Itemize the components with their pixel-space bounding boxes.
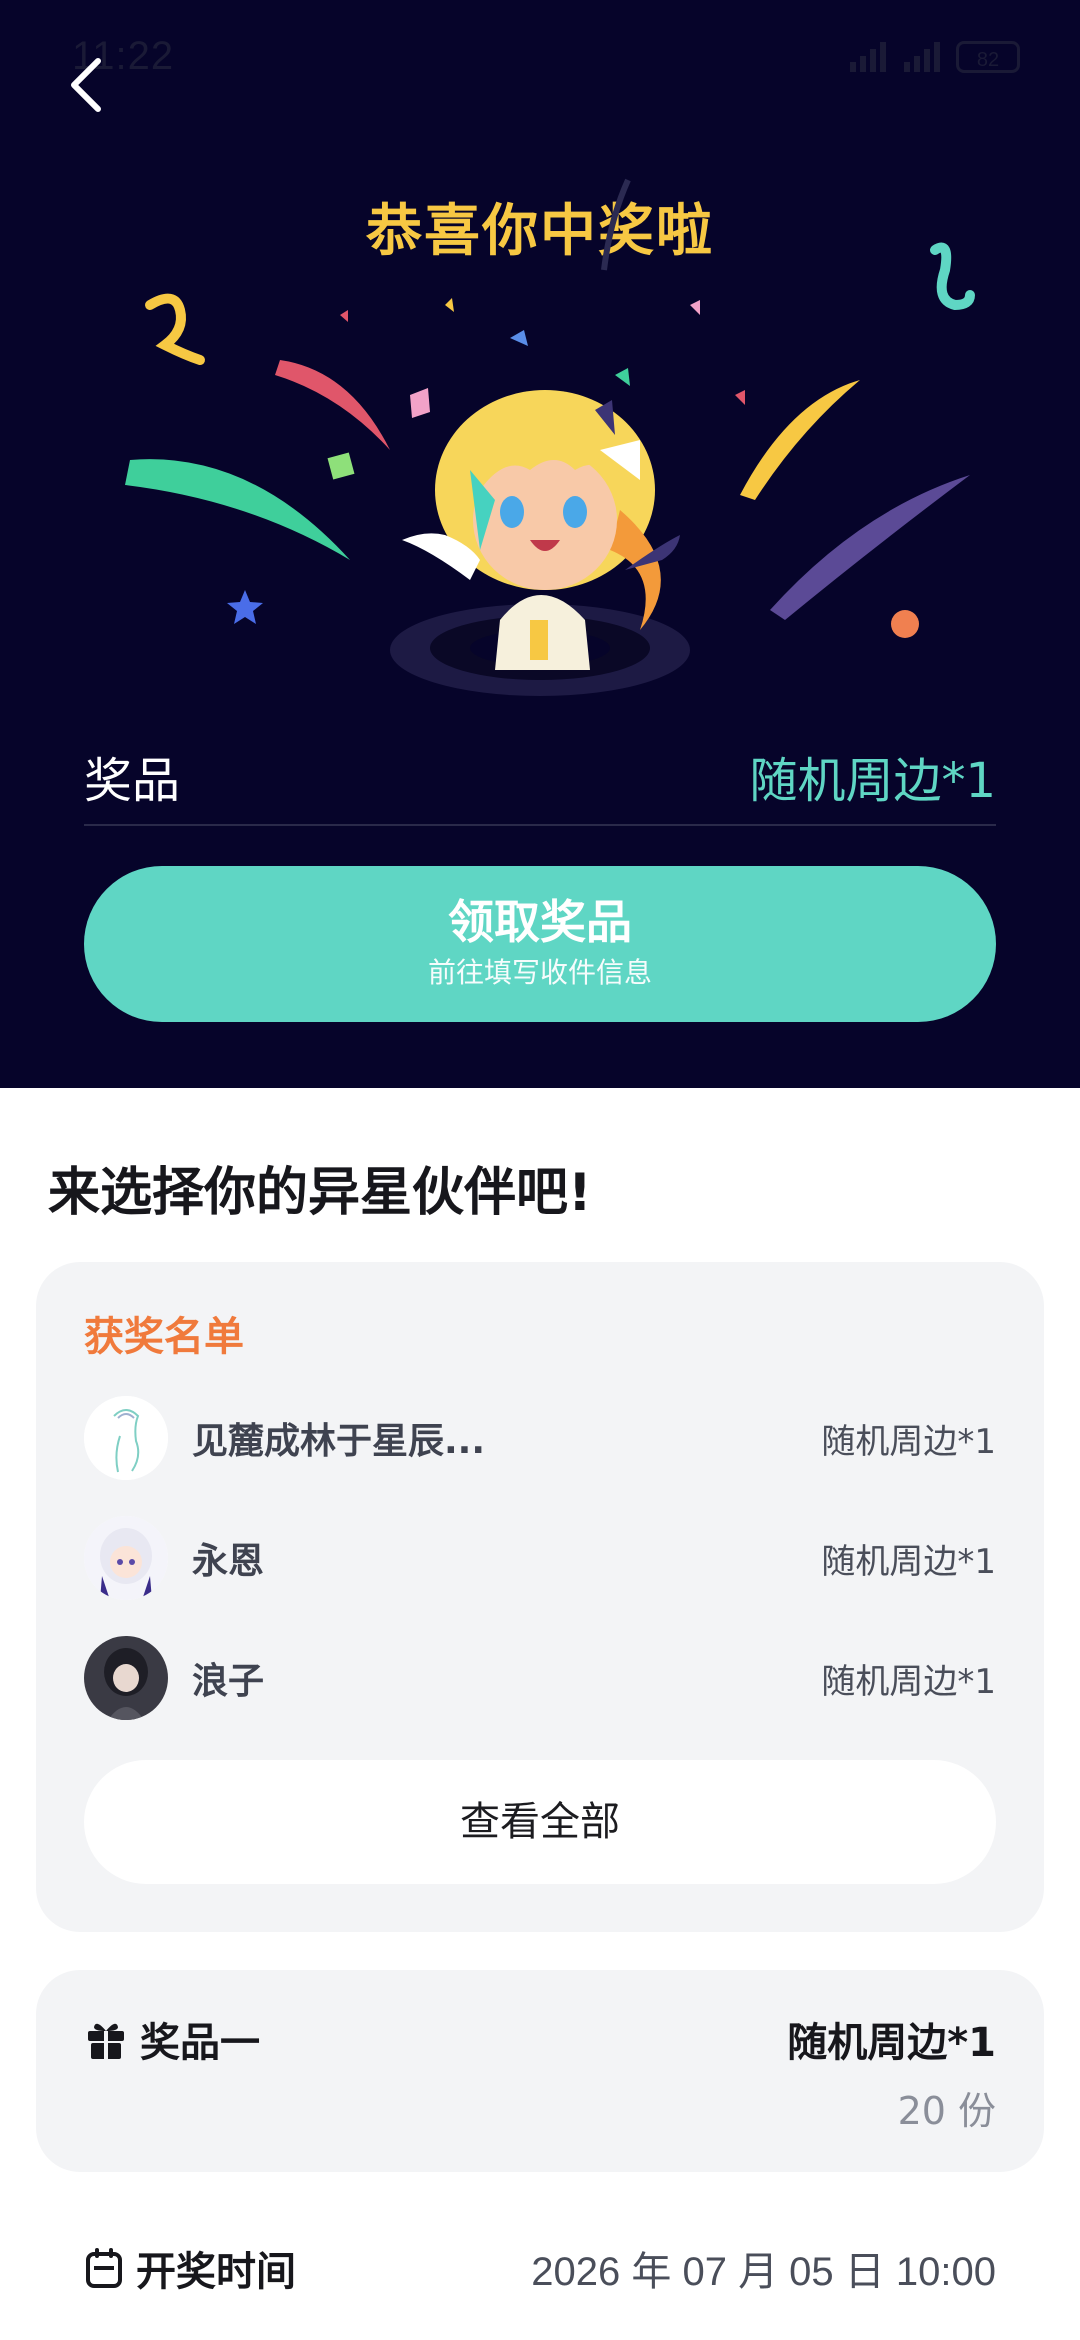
avatar bbox=[84, 1636, 168, 1720]
prize-card-count: 20 份 bbox=[897, 2089, 996, 2133]
avatar bbox=[84, 1516, 168, 1600]
draw-time-value: 2026 年 07 月 05 日 10:00 bbox=[531, 2250, 996, 2294]
winner-prize: 随机周边*1 bbox=[821, 1541, 996, 1582]
draw-time-row: 开奖时间 2026 年 07 月 05 日 10:00 bbox=[84, 2236, 996, 2300]
prize-label: 奖品 bbox=[84, 753, 181, 809]
winner-name: 浪子 bbox=[192, 1661, 265, 1702]
winners-card: 获奖名单 见麓成林于星辰... 随机周边*1 永恩 随机周边*1 浪子 随机周边… bbox=[36, 1262, 1044, 1932]
claim-prize-button[interactable]: 领取奖品 前往填写收件信息 bbox=[84, 866, 996, 1022]
winners-title: 获奖名单 bbox=[84, 1314, 244, 1360]
back-button[interactable] bbox=[56, 50, 116, 120]
winner-prize: 随机周边*1 bbox=[821, 1661, 996, 1702]
back-arrow-icon bbox=[71, 58, 101, 112]
winner-name: 见麓成林于星辰... bbox=[192, 1421, 486, 1462]
hero-section: 11:22 82 恭喜你中奖啦 奖品 随机周边*1 领取奖品 前往填写收件信息 bbox=[0, 0, 1080, 1088]
status-icons: 82 bbox=[848, 40, 1020, 74]
draw-time-header: 开奖时间 bbox=[84, 2239, 296, 2297]
winner-row[interactable]: 浪子 随机周边*1 bbox=[84, 1636, 996, 1720]
prize-row: 奖品 随机周边*1 bbox=[84, 728, 996, 826]
prize-value: 随机周边*1 bbox=[749, 753, 996, 809]
calendar-icon bbox=[86, 2248, 122, 2288]
signal-icon-2 bbox=[904, 42, 940, 72]
view-all-button[interactable]: 查看全部 bbox=[84, 1760, 996, 1884]
avatar bbox=[84, 1396, 168, 1480]
signal-icon bbox=[850, 42, 886, 72]
winner-name: 永恩 bbox=[192, 1541, 265, 1582]
winner-row[interactable]: 见麓成林于星辰... 随机周边*1 bbox=[84, 1396, 996, 1480]
gift-icon bbox=[88, 2023, 124, 2059]
celebration-illustration bbox=[125, 178, 975, 696]
prize-card: 奖品一 随机周边*1 20 份 bbox=[36, 1970, 1044, 2172]
status-bar: 11:22 82 bbox=[0, 0, 1080, 110]
claim-button-label: 领取奖品 bbox=[448, 895, 632, 949]
section-title: 来选择你的异星伙伴吧! bbox=[48, 1163, 592, 1223]
prize-card-header: 奖品一 bbox=[84, 2010, 260, 2068]
claim-button-sublabel: 前往填写收件信息 bbox=[427, 956, 652, 989]
winner-row[interactable]: 永恩 随机周边*1 bbox=[84, 1516, 996, 1600]
battery-icon: 82 bbox=[956, 41, 1020, 73]
draw-time-label: 开奖时间 bbox=[136, 2249, 296, 2295]
prize-card-name: 随机周边*1 bbox=[787, 2020, 996, 2066]
winner-prize: 随机周边*1 bbox=[821, 1421, 996, 1462]
prize-card-label: 奖品一 bbox=[140, 2020, 260, 2066]
